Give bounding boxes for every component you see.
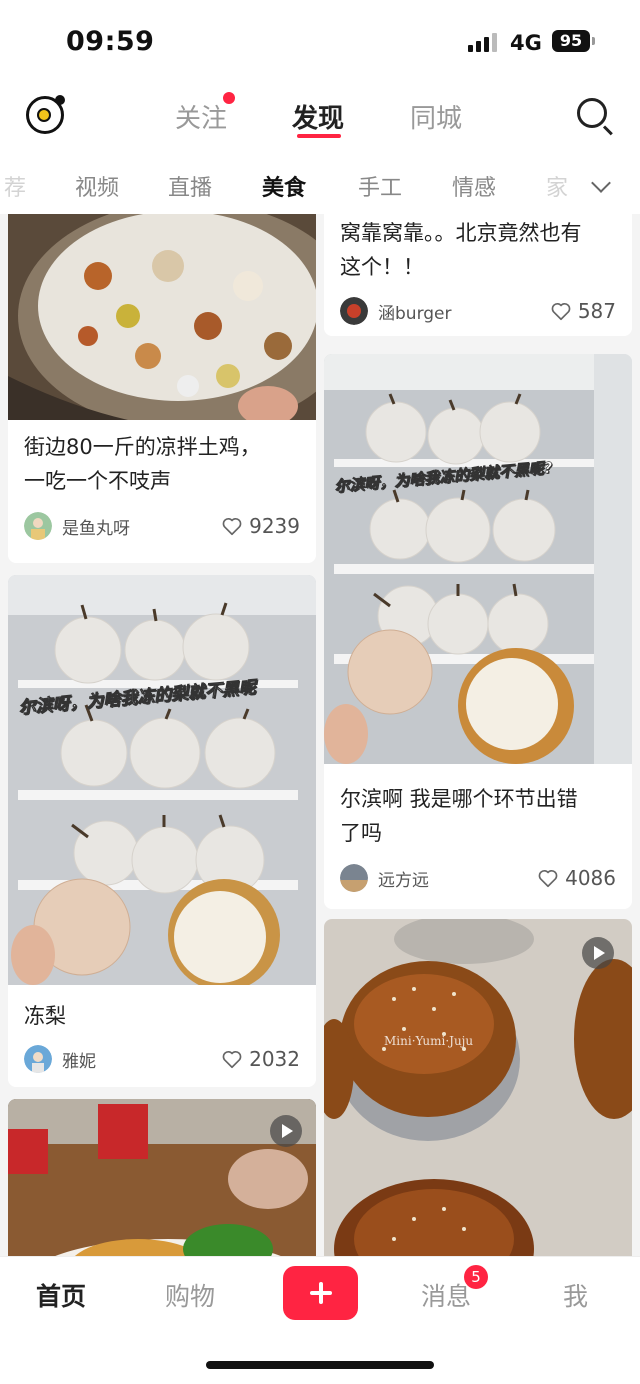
note-author[interactable]: 雅妮 [24,1045,96,1073]
camera-logo-icon[interactable] [26,95,65,134]
watermark: Mini·Yumi·Juju [384,1034,474,1048]
play-icon [270,1115,302,1147]
category-home[interactable]: 家 [546,170,568,202]
category-handcraft[interactable]: 手工 [358,170,402,202]
note-title: 窝靠窝靠。。北京竟然也有 [340,221,582,245]
note-title-cont: 一吃一个不吱声 [24,469,171,493]
note-author[interactable]: 是鱼丸呀 [24,512,130,540]
heart-icon [551,303,571,321]
nav-shop[interactable]: 购物 [165,1277,215,1313]
note-card[interactable]: 尔滨呀，为啥我冻的梨就不黑呢 冻梨 雅妮 2032 [8,575,316,1087]
nav-messages[interactable]: 消息 [421,1277,471,1313]
messages-badge: 5 [464,1265,488,1289]
feed: 街边80一斤的凉拌土鸡， 一吃一个不吱声 是鱼丸呀 9239 窝靠窝靠。。北京竟… [0,214,640,1256]
author-name: 雅妮 [62,1051,96,1072]
top-navigation: 关注 发现 同城 [0,82,640,152]
category-strip: 荐 视频 直播 美食 手工 情感 家 [0,158,640,212]
home-indicator [206,1361,434,1369]
signal-icon [468,32,500,52]
category-live[interactable]: 直播 [168,170,212,202]
note-title: 冻梨 [24,1004,66,1028]
like-count: 4086 [565,866,616,890]
like-button[interactable]: 587 [550,299,616,323]
category-food[interactable]: 美食 [262,170,306,202]
nav-me[interactable]: 我 [563,1277,588,1313]
note-card[interactable]: 尔滨呀，为啥我冻的梨就不黑呢? 尔滨啊 我是哪个环节出错 了吗 远方远 4086 [324,354,632,909]
tab-discover[interactable]: 发现 [292,98,344,135]
category-recommend[interactable]: 荐 [4,170,26,202]
note-title: 街边80一斤的凉拌土鸡， [24,435,261,459]
note-title-cont: 了吗 [340,821,382,845]
note-card[interactable] [8,1099,316,1256]
heart-icon [538,870,558,888]
chevron-down-icon[interactable] [591,173,611,193]
network-type: 4G [510,31,542,55]
like-count: 9239 [249,514,300,538]
heart-icon [222,518,242,536]
create-post-button[interactable] [283,1266,358,1320]
nav-home[interactable]: 首页 [36,1277,86,1313]
battery-icon: 95 [552,30,590,52]
note-title: 尔滨啊 我是哪个环节出错 [340,787,578,811]
like-count: 587 [577,299,616,323]
author-name: 是鱼丸呀 [62,518,130,539]
notification-dot [223,92,235,104]
status-bar: 09:59 4G 95 [0,0,640,80]
tab-city[interactable]: 同城 [410,98,462,135]
note-card[interactable]: Mini·Yumi·Juju [324,919,632,1256]
active-tab-indicator [297,134,341,138]
note-card[interactable]: 街边80一斤的凉拌土鸡， 一吃一个不吱声 是鱼丸呀 9239 [8,214,316,563]
note-image [8,1099,316,1256]
note-image [324,354,632,764]
note-card[interactable]: 窝靠窝靠。。北京竟然也有 这个！！ 涵burger 587 [324,214,632,336]
category-video[interactable]: 视频 [75,170,119,202]
tab-follow[interactable]: 关注 [175,98,227,135]
like-count: 2032 [249,1047,300,1071]
avatar [24,1045,52,1073]
note-title-cont: 这个！！ [340,255,424,279]
avatar [340,297,368,325]
like-button[interactable]: 9239 [221,514,300,538]
avatar [24,512,52,540]
note-author[interactable]: 涵burger [340,297,452,325]
author-name: 远方远 [378,870,429,891]
like-button[interactable]: 4086 [537,866,616,890]
author-name: 涵burger [378,303,452,324]
battery-tip [592,37,595,45]
bottom-navigation: 首页 购物 消息 5 我 [0,1256,640,1384]
like-button[interactable]: 2032 [221,1047,300,1071]
status-time: 09:59 [66,26,155,57]
note-image [324,919,632,1256]
category-emotion[interactable]: 情感 [452,170,496,202]
heart-icon [222,1051,242,1069]
note-image [8,214,316,420]
play-icon [582,937,614,969]
search-icon[interactable] [577,98,607,128]
avatar [340,864,368,892]
note-image [8,575,316,985]
note-author[interactable]: 远方远 [340,864,429,892]
